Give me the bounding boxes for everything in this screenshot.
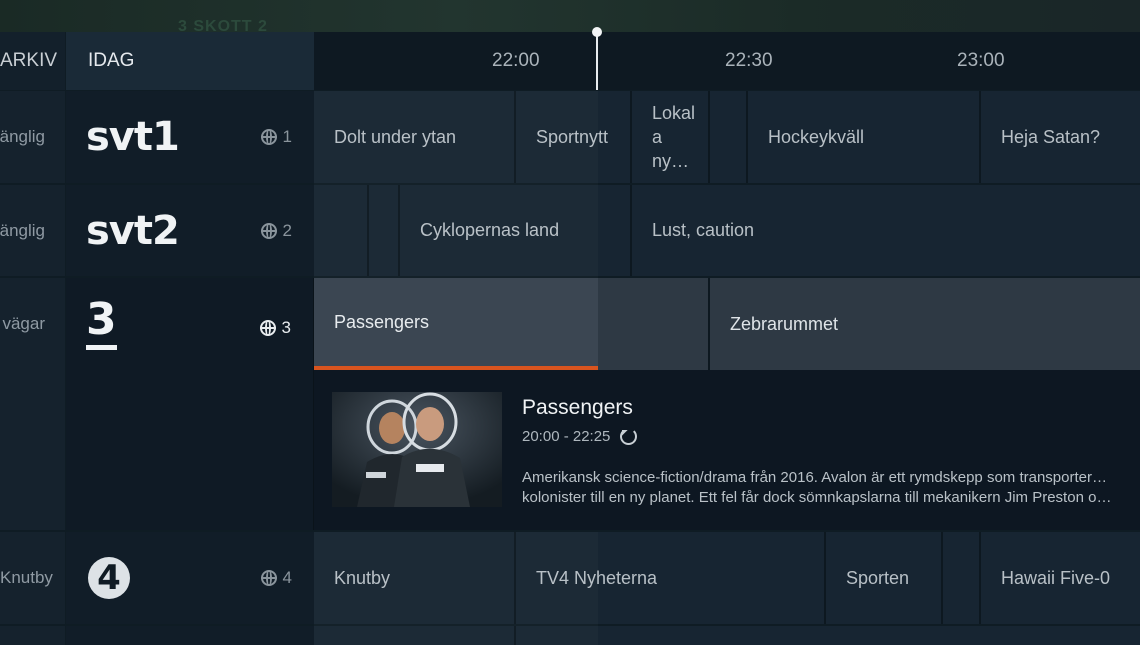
now-indicator-dot: [592, 27, 602, 37]
previous-program-svt1[interactable]: gänglig: [0, 91, 65, 183]
program-lust-caution[interactable]: Lust, caution: [632, 185, 1140, 276]
globe-icon: [260, 570, 277, 586]
tv4-logo: 4: [88, 557, 130, 599]
program-zebrarummet[interactable]: Zebrarummet: [710, 278, 1140, 370]
time-label-2200: 22:00: [492, 50, 540, 71]
replay-icon[interactable]: [620, 428, 638, 445]
channel-number: 4: [260, 568, 292, 588]
background-banner: [0, 0, 1140, 32]
channel-tv3[interactable]: 3 3: [66, 278, 314, 530]
left-filler: [0, 370, 65, 530]
previous-program-tv4[interactable]: Knutby: [0, 532, 65, 624]
program-dolt-under-ytan[interactable]: Dolt under ytan: [314, 91, 516, 183]
globe-icon: [260, 222, 277, 239]
program-short[interactable]: [943, 532, 981, 624]
svt2-logo: svt2: [86, 207, 180, 254]
globe-icon: [260, 129, 277, 145]
detail-description: Amerikansk science-fiction/drama från 20…: [522, 469, 1112, 506]
program-thumbnail[interactable]: [332, 392, 502, 507]
program-lokal-nyheter[interactable]: Lokal a ny…: [632, 91, 710, 183]
time-label-2300: 23:00: [957, 50, 1005, 71]
row-partial-left: [0, 626, 65, 645]
program-short[interactable]: [598, 278, 710, 370]
svt1-logo: svt1: [86, 114, 180, 160]
channel-tv4[interactable]: 4 4: [66, 532, 314, 624]
globe-icon: [259, 320, 276, 336]
program-short[interactable]: [369, 185, 400, 276]
channel-svt1[interactable]: svt1 1: [66, 91, 314, 183]
row-partial-program: [516, 626, 1140, 645]
program-cyklopernas-land[interactable]: Cyklopernas land: [400, 185, 632, 276]
today-tab[interactable]: IDAG: [66, 32, 314, 90]
program-passengers[interactable]: Passengers: [314, 278, 598, 366]
channel-number: 2: [260, 221, 292, 241]
tv3-logo: 3: [86, 294, 117, 350]
now-indicator-line: [596, 32, 598, 90]
time-label-2230: 22:30: [725, 50, 773, 71]
archive-label: ARKIV: [0, 50, 58, 71]
program-short[interactable]: [710, 91, 748, 183]
channel-number: 1: [260, 127, 292, 147]
program-heja-satan[interactable]: Heja Satan?: [981, 91, 1140, 183]
program-hockeykvall[interactable]: Hockeykväll: [748, 91, 981, 183]
program-sporten[interactable]: Sporten: [826, 532, 943, 624]
channel-number: 3: [259, 318, 291, 338]
detail-time: 20:00 - 22:25: [522, 428, 638, 445]
program-knutby[interactable]: Knutby: [314, 532, 516, 624]
program-hawaii-five-0[interactable]: Hawaii Five-0: [981, 532, 1140, 624]
row-partial-program: [314, 626, 516, 645]
program-sportnytt[interactable]: Sportnytt: [516, 91, 632, 183]
timeline-header: 22:00 22:30 23:00: [314, 32, 1140, 90]
previous-program-tv3[interactable]: a vägar: [0, 278, 65, 370]
row-partial-channel: [66, 626, 314, 645]
channel-svt2[interactable]: svt2 2: [66, 185, 314, 276]
program-tv4-nyheterna[interactable]: TV4 Nyheterna: [516, 532, 826, 624]
detail-title: Passengers: [522, 396, 633, 419]
program-short[interactable]: [314, 185, 369, 276]
previous-program-svt2[interactable]: gänglig: [0, 185, 65, 276]
archive-tab[interactable]: ARKIV: [0, 32, 65, 90]
today-label: IDAG: [88, 50, 135, 71]
